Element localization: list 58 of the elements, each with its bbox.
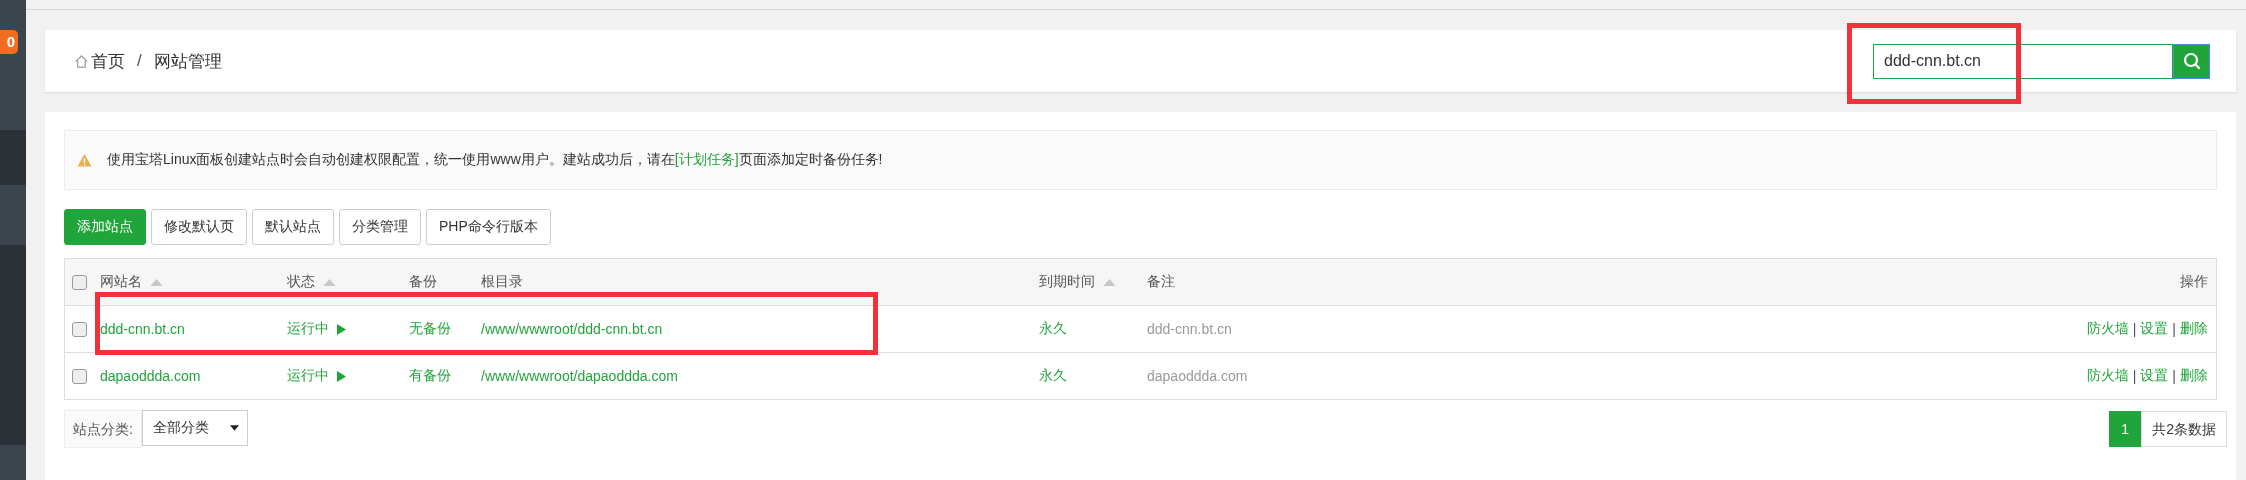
action-link[interactable]: 设置 bbox=[2140, 367, 2169, 385]
home-icon bbox=[74, 53, 89, 69]
toolbar-button[interactable]: PHP命令行版本 bbox=[426, 209, 551, 245]
action-separator: | bbox=[2132, 321, 2137, 337]
category-label: 站点分类: bbox=[64, 410, 142, 448]
play-icon[interactable] bbox=[337, 323, 346, 335]
action-link[interactable]: 删除 bbox=[2180, 320, 2208, 338]
site-name-link[interactable]: ddd-cnn.bt.cn bbox=[100, 321, 185, 337]
search-field[interactable]: ddd-cnn.bt.cn bbox=[1873, 43, 2173, 79]
breadcrumb-link[interactable]: 首页 bbox=[91, 49, 125, 73]
status-toggle[interactable]: 运行中 bbox=[287, 320, 329, 338]
status-toggle[interactable]: 运行中 bbox=[287, 367, 329, 385]
root-directory-link[interactable]: /www/wwwroot/ddd-cnn.bt.cn bbox=[481, 321, 663, 337]
action-link[interactable]: 删除 bbox=[2180, 367, 2208, 385]
toolbar-button[interactable]: 分类管理 bbox=[339, 209, 421, 245]
row-checkbox[interactable] bbox=[72, 321, 87, 337]
column-header[interactable]: 根目录 bbox=[481, 273, 523, 291]
column-header[interactable]: 状态 bbox=[287, 273, 315, 291]
breadcrumb-separator: / bbox=[137, 51, 142, 71]
notice-text: 使用宝塔Linux面板创建站点时会自动创建权限配置，统一使用www用户。建站成功后，请在[计划任务]页面添加定时备份任务! bbox=[107, 151, 883, 169]
toolbar-button[interactable]: 修改默认页 bbox=[151, 209, 247, 245]
remark-cell[interactable]: ddd-cnn.bt.cn bbox=[1147, 321, 1232, 337]
site-name-link[interactable]: dapaoddda.com bbox=[100, 368, 201, 384]
action-link[interactable]: 防火墙 bbox=[2086, 367, 2129, 385]
category-dropdown[interactable]: 全部分类 bbox=[141, 410, 248, 446]
expiry-link[interactable]: 永久 bbox=[1039, 367, 1067, 385]
action-separator: | bbox=[2172, 321, 2176, 337]
root-directory-link[interactable]: /www/wwwroot/dapaoddda.com bbox=[481, 368, 678, 384]
scheduled-task-link[interactable]: [计划任务] bbox=[674, 151, 739, 167]
toolbar-button[interactable]: 添加站点 bbox=[64, 209, 146, 245]
play-icon[interactable] bbox=[337, 370, 346, 382]
action-link[interactable]: 防火墙 bbox=[2086, 320, 2129, 338]
column-header[interactable]: 操作 bbox=[2180, 273, 2208, 291]
breadcrumb-link[interactable]: 网站管理 bbox=[153, 49, 222, 73]
column-header[interactable]: 备份 bbox=[409, 273, 437, 291]
caret-icon bbox=[229, 425, 239, 431]
backup-link[interactable]: 有备份 bbox=[409, 367, 451, 385]
search-icon bbox=[2181, 51, 2202, 71]
action-link[interactable]: 设置 bbox=[2140, 320, 2169, 338]
select-all-checkbox[interactable] bbox=[72, 274, 87, 290]
row-checkbox[interactable] bbox=[72, 368, 87, 384]
warning-icon bbox=[77, 152, 92, 168]
action-separator: | bbox=[2172, 368, 2176, 384]
page-button[interactable]: 1 bbox=[2109, 411, 2142, 447]
toolbar-button[interactable]: 默认站点 bbox=[252, 209, 334, 245]
sort-icon[interactable] bbox=[323, 278, 336, 286]
remark-cell[interactable]: dapaoddda.com bbox=[1147, 368, 1248, 384]
notification-badge: 0 bbox=[0, 30, 18, 54]
sort-icon[interactable] bbox=[1103, 278, 1116, 286]
backup-link[interactable]: 无备份 bbox=[409, 320, 451, 338]
search-button[interactable] bbox=[2173, 43, 2210, 79]
column-header[interactable]: 到期时间 bbox=[1039, 273, 1095, 291]
column-header[interactable]: 备注 bbox=[1147, 273, 1175, 291]
sort-icon[interactable] bbox=[150, 278, 163, 286]
action-separator: | bbox=[2132, 368, 2137, 384]
column-header[interactable]: 网站名 bbox=[100, 273, 142, 291]
total-count: 共2条数据 bbox=[2141, 411, 2227, 447]
expiry-link[interactable]: 永久 bbox=[1039, 320, 1067, 338]
